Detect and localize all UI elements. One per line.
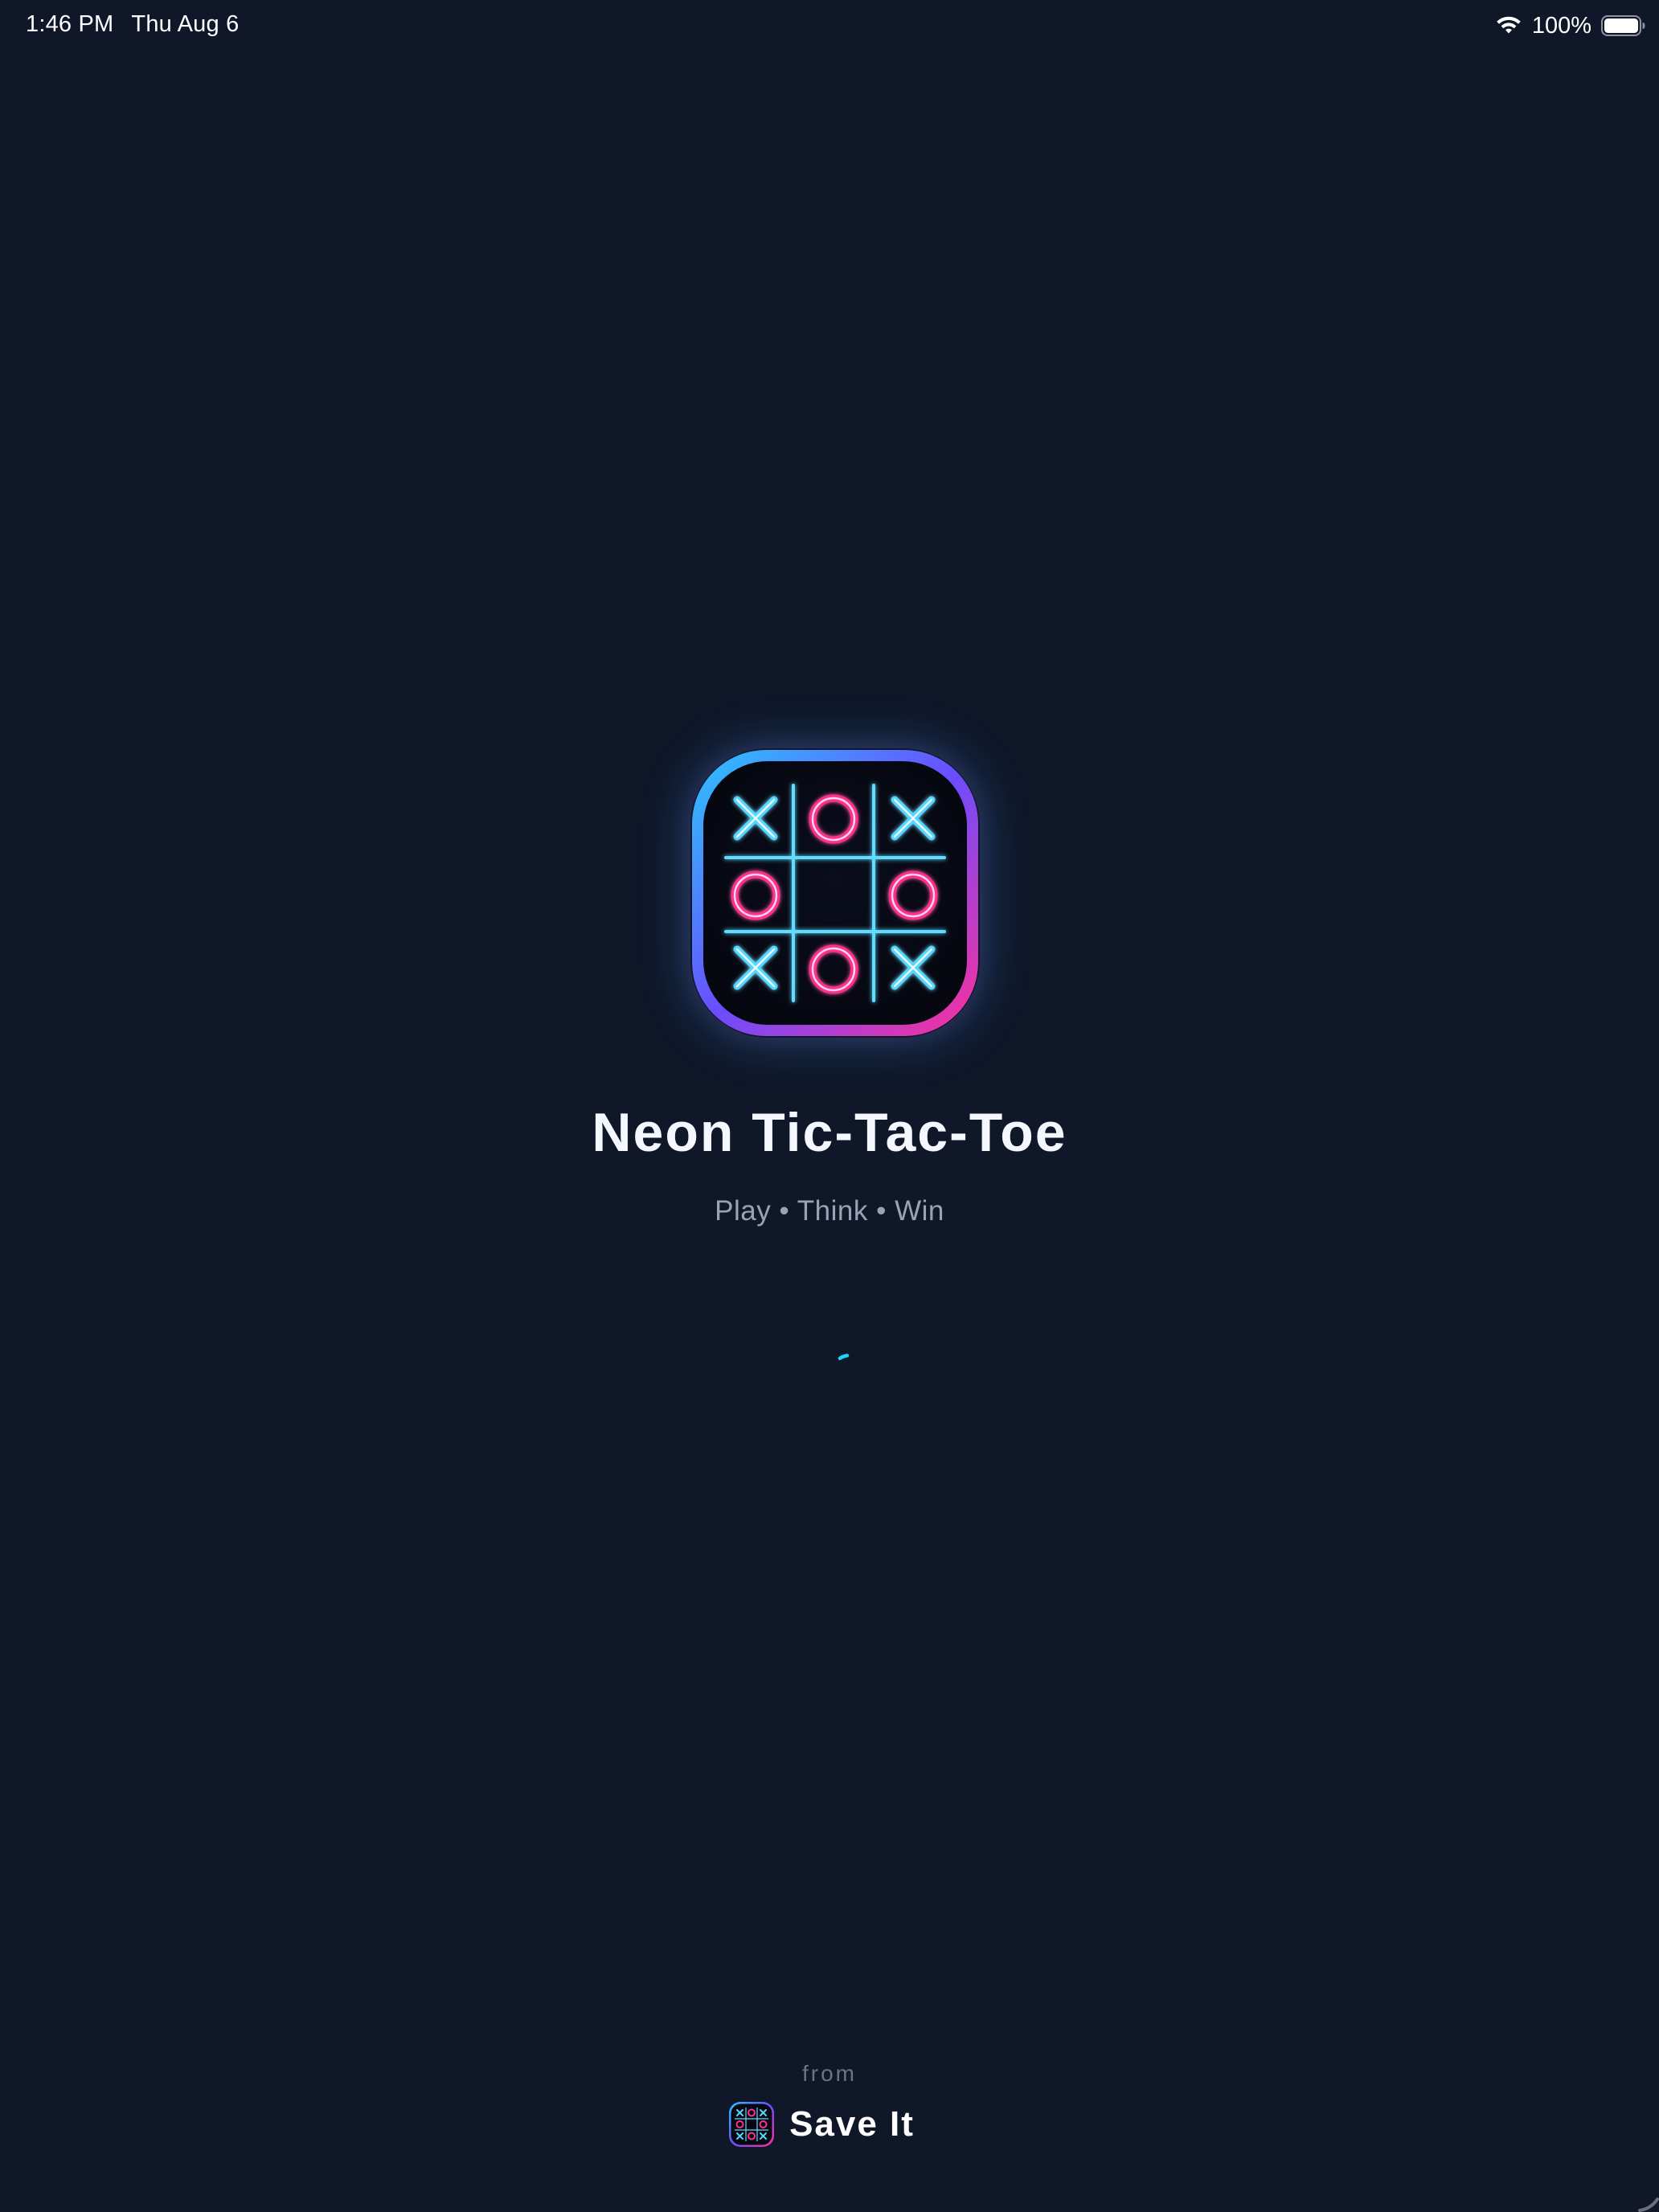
- tic-tac-toe-logo-icon: [729, 2102, 775, 2147]
- tic-tac-toe-neon-icon: [690, 748, 980, 1038]
- publisher: Save It: [0, 2101, 1659, 2148]
- app-tagline: Play • Think • Win: [715, 1195, 944, 1227]
- app-title: Neon Tic-Tac-Toe: [592, 1102, 1067, 1163]
- publisher-name: Save It: [789, 2104, 915, 2144]
- splash-screen: 1:46 PM Thu Aug 6 100% Neon Tic-Tac-Toe …: [0, 0, 1659, 2212]
- corner-indicator-icon: [1638, 2198, 1659, 2212]
- from-label: from: [802, 2061, 857, 2086]
- spinner-icon: [838, 1354, 850, 1361]
- splash-content: Neon Tic-Tac-Toe Play • Think • Win from: [0, 0, 1659, 2212]
